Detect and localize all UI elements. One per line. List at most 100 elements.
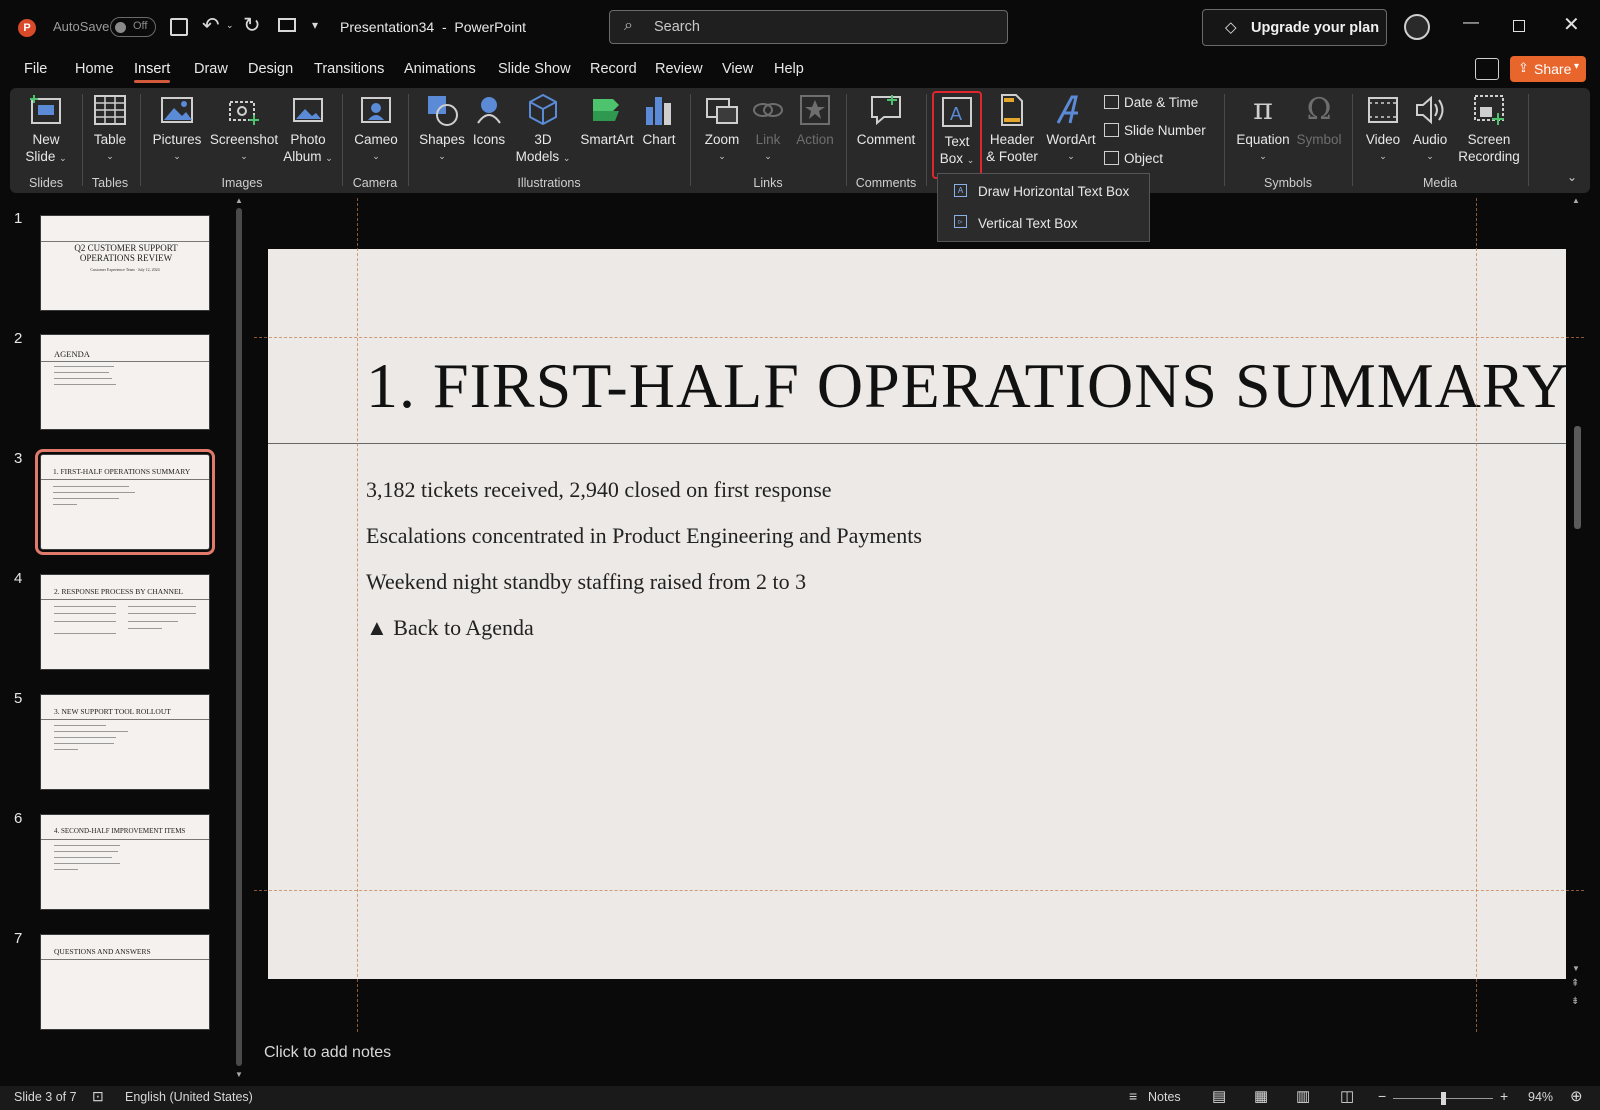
text-box-button[interactable]: A Text Box ⌄ <box>932 91 982 179</box>
tab-file[interactable]: File <box>24 61 47 77</box>
customize-toolbar-icon[interactable]: ▾ <box>312 18 318 32</box>
maximize-icon[interactable] <box>1513 20 1525 32</box>
zoom-button[interactable]: Zoom ⌄ <box>700 93 744 165</box>
fit-slide-icon[interactable]: ⊕ <box>1570 1087 1583 1105</box>
object-button[interactable]: Object <box>1104 151 1163 171</box>
photo-album-button[interactable]: Photo Album ⌄ <box>280 93 336 167</box>
autosave-toggle[interactable]: Off <box>110 17 156 37</box>
header-footer-label-2: & Footer <box>986 149 1038 164</box>
slide-show-icon[interactable]: ◫ <box>1340 1087 1354 1105</box>
slide-thumbnail-5[interactable]: 3. NEW SUPPORT TOOL ROLLOUT <box>40 694 210 790</box>
slide-thumbnail-6[interactable]: 4. SECOND-HALF IMPROVEMENT ITEMS <box>40 814 210 910</box>
action-button[interactable]: Action <box>792 93 838 148</box>
zoom-level[interactable]: 94% <box>1528 1090 1553 1104</box>
scroll-up-icon[interactable]: ▲ <box>1572 196 1580 205</box>
close-icon[interactable]: ✕ <box>1563 12 1580 37</box>
tab-draw[interactable]: Draw <box>194 61 228 77</box>
save-icon[interactable] <box>170 18 188 36</box>
new-slide-button[interactable]: New Slide ⌄ <box>24 93 68 167</box>
thumbnail-subtitle: Customer Experience Team · July 12, 2024 <box>90 267 160 272</box>
undo-dropdown-icon[interactable]: ⌄ <box>226 20 234 31</box>
smartart-button[interactable]: SmartArt <box>578 93 636 148</box>
tab-animations[interactable]: Animations <box>404 61 476 77</box>
slide-bullet-3[interactable]: Weekend night standby staffing raised fr… <box>366 569 806 595</box>
pictures-button[interactable]: Pictures ⌄ <box>148 93 206 165</box>
account-avatar[interactable] <box>1404 14 1430 40</box>
chart-button[interactable]: Chart <box>640 93 678 148</box>
powerpoint-logo-icon: P <box>18 19 36 37</box>
accessibility-icon[interactable]: ⊡ <box>92 1088 104 1105</box>
notes-pane[interactable]: Click to add notes <box>250 1033 1586 1083</box>
share-icon: ⇪ <box>1518 60 1529 75</box>
date-time-button[interactable]: Date & Time <box>1104 95 1198 115</box>
table-button[interactable]: Table ⌄ <box>88 93 132 165</box>
scroll-down-icon[interactable]: ▼ <box>1572 964 1580 973</box>
zoom-slider-thumb[interactable] <box>1441 1092 1446 1105</box>
scroll-down-icon[interactable]: ▼ <box>235 1070 243 1079</box>
reading-view-icon[interactable]: ▥ <box>1296 1087 1310 1105</box>
link-label: Link <box>755 132 781 147</box>
zoom-slider[interactable] <box>1393 1092 1493 1105</box>
tab-insert[interactable]: Insert <box>134 61 171 83</box>
comment-button[interactable]: Comment <box>854 93 918 148</box>
tab-record[interactable]: Record <box>590 61 637 77</box>
editor-scrollbar[interactable] <box>1574 426 1581 529</box>
undo-icon[interactable]: ↶ <box>202 13 220 38</box>
shapes-button[interactable]: Shapes ⌄ <box>418 93 466 165</box>
next-slide-icon[interactable]: ⇟ <box>1571 996 1579 1007</box>
chevron-down-icon: ⌄ <box>718 151 726 161</box>
symbol-button[interactable]: Ω Symbol <box>1294 93 1344 148</box>
slide-bullet-1[interactable]: 3,182 tickets received, 2,940 closed on … <box>366 477 832 503</box>
photo-album-icon <box>293 98 323 122</box>
scroll-up-icon[interactable]: ▲ <box>235 196 243 205</box>
panel-scrollbar[interactable] <box>236 208 242 1066</box>
slide-number-button[interactable]: Slide Number <box>1104 123 1206 143</box>
screen-recording-button[interactable]: Screen Recording <box>1456 93 1522 165</box>
chevron-down-icon: ⌄ <box>438 151 446 161</box>
screen-recording-label-1: Screen <box>1467 132 1511 147</box>
wordart-button[interactable]: WordArt ⌄ <box>1044 93 1098 165</box>
slide-thumbnail-4[interactable]: 2. RESPONSE PROCESS BY CHANNEL <box>40 574 210 670</box>
zoom-in-icon[interactable]: + <box>1500 1088 1508 1104</box>
collapse-ribbon-icon[interactable]: ⌄ <box>1567 170 1577 184</box>
redo-icon[interactable]: ↻ <box>243 13 261 38</box>
slide-thumbnail-1[interactable]: Q2 CUSTOMER SUPPORT OPERATIONS REVIEW Cu… <box>40 215 210 311</box>
search-box[interactable]: ⌕ Search <box>609 10 1008 44</box>
zoom-out-icon[interactable]: − <box>1378 1088 1386 1104</box>
draw-horizontal-text-box-item[interactable]: A Draw Horizontal Text Box <box>938 176 1149 208</box>
3d-models-button[interactable]: 3D Models ⌄ <box>514 93 572 167</box>
header-footer-button[interactable]: Header & Footer <box>984 93 1040 165</box>
normal-view-icon[interactable]: ▤ <box>1212 1087 1226 1105</box>
notes-toggle[interactable]: Notes <box>1148 1090 1181 1104</box>
tab-home[interactable]: Home <box>75 61 114 77</box>
share-button[interactable]: ⇪ Share ▾ <box>1510 56 1586 82</box>
tab-transitions[interactable]: Transitions <box>314 61 384 77</box>
minimize-icon[interactable]: — <box>1463 14 1479 32</box>
vertical-text-box-item[interactable]: ▹ Vertical Text Box <box>938 208 1149 240</box>
slide-canvas[interactable]: 1. FIRST-HALF OPERATIONS SUMMARY 3,182 t… <box>268 249 1569 979</box>
previous-slide-icon[interactable]: ⇞ <box>1571 978 1579 989</box>
slide-thumbnail-3[interactable]: 1. FIRST-HALF OPERATIONS SUMMARY <box>35 449 215 555</box>
slide-sorter-icon[interactable]: ▦ <box>1254 1087 1268 1105</box>
back-to-agenda-link[interactable]: ▲ Back to Agenda <box>366 615 534 641</box>
language-indicator[interactable]: English (United States) <box>125 1090 253 1104</box>
tab-design[interactable]: Design <box>248 61 293 77</box>
screenshot-button[interactable]: Screenshot ⌄ <box>206 93 282 165</box>
video-button[interactable]: Video ⌄ <box>1360 93 1406 165</box>
link-button[interactable]: Link ⌄ <box>748 93 788 165</box>
comments-pane-button[interactable] <box>1475 58 1499 80</box>
tab-help[interactable]: Help <box>774 61 804 77</box>
tab-slide-show[interactable]: Slide Show <box>498 61 571 77</box>
equation-button[interactable]: π Equation ⌄ <box>1234 93 1292 165</box>
upgrade-button[interactable]: ◇ Upgrade your plan <box>1202 9 1387 46</box>
cameo-button[interactable]: Cameo ⌄ <box>352 93 400 165</box>
slide-thumbnail-2[interactable]: AGENDA <box>40 334 210 430</box>
tab-review[interactable]: Review <box>655 61 703 77</box>
present-from-start-icon[interactable] <box>278 18 296 32</box>
audio-button[interactable]: Audio ⌄ <box>1408 93 1452 165</box>
tab-view[interactable]: View <box>722 61 753 77</box>
slide-title[interactable]: 1. FIRST-HALF OPERATIONS SUMMARY <box>366 349 1569 423</box>
slide-thumbnail-7[interactable]: QUESTIONS AND ANSWERS <box>40 934 210 1030</box>
icons-button[interactable]: Icons <box>468 93 510 148</box>
slide-bullet-2[interactable]: Escalations concentrated in Product Engi… <box>366 523 922 549</box>
